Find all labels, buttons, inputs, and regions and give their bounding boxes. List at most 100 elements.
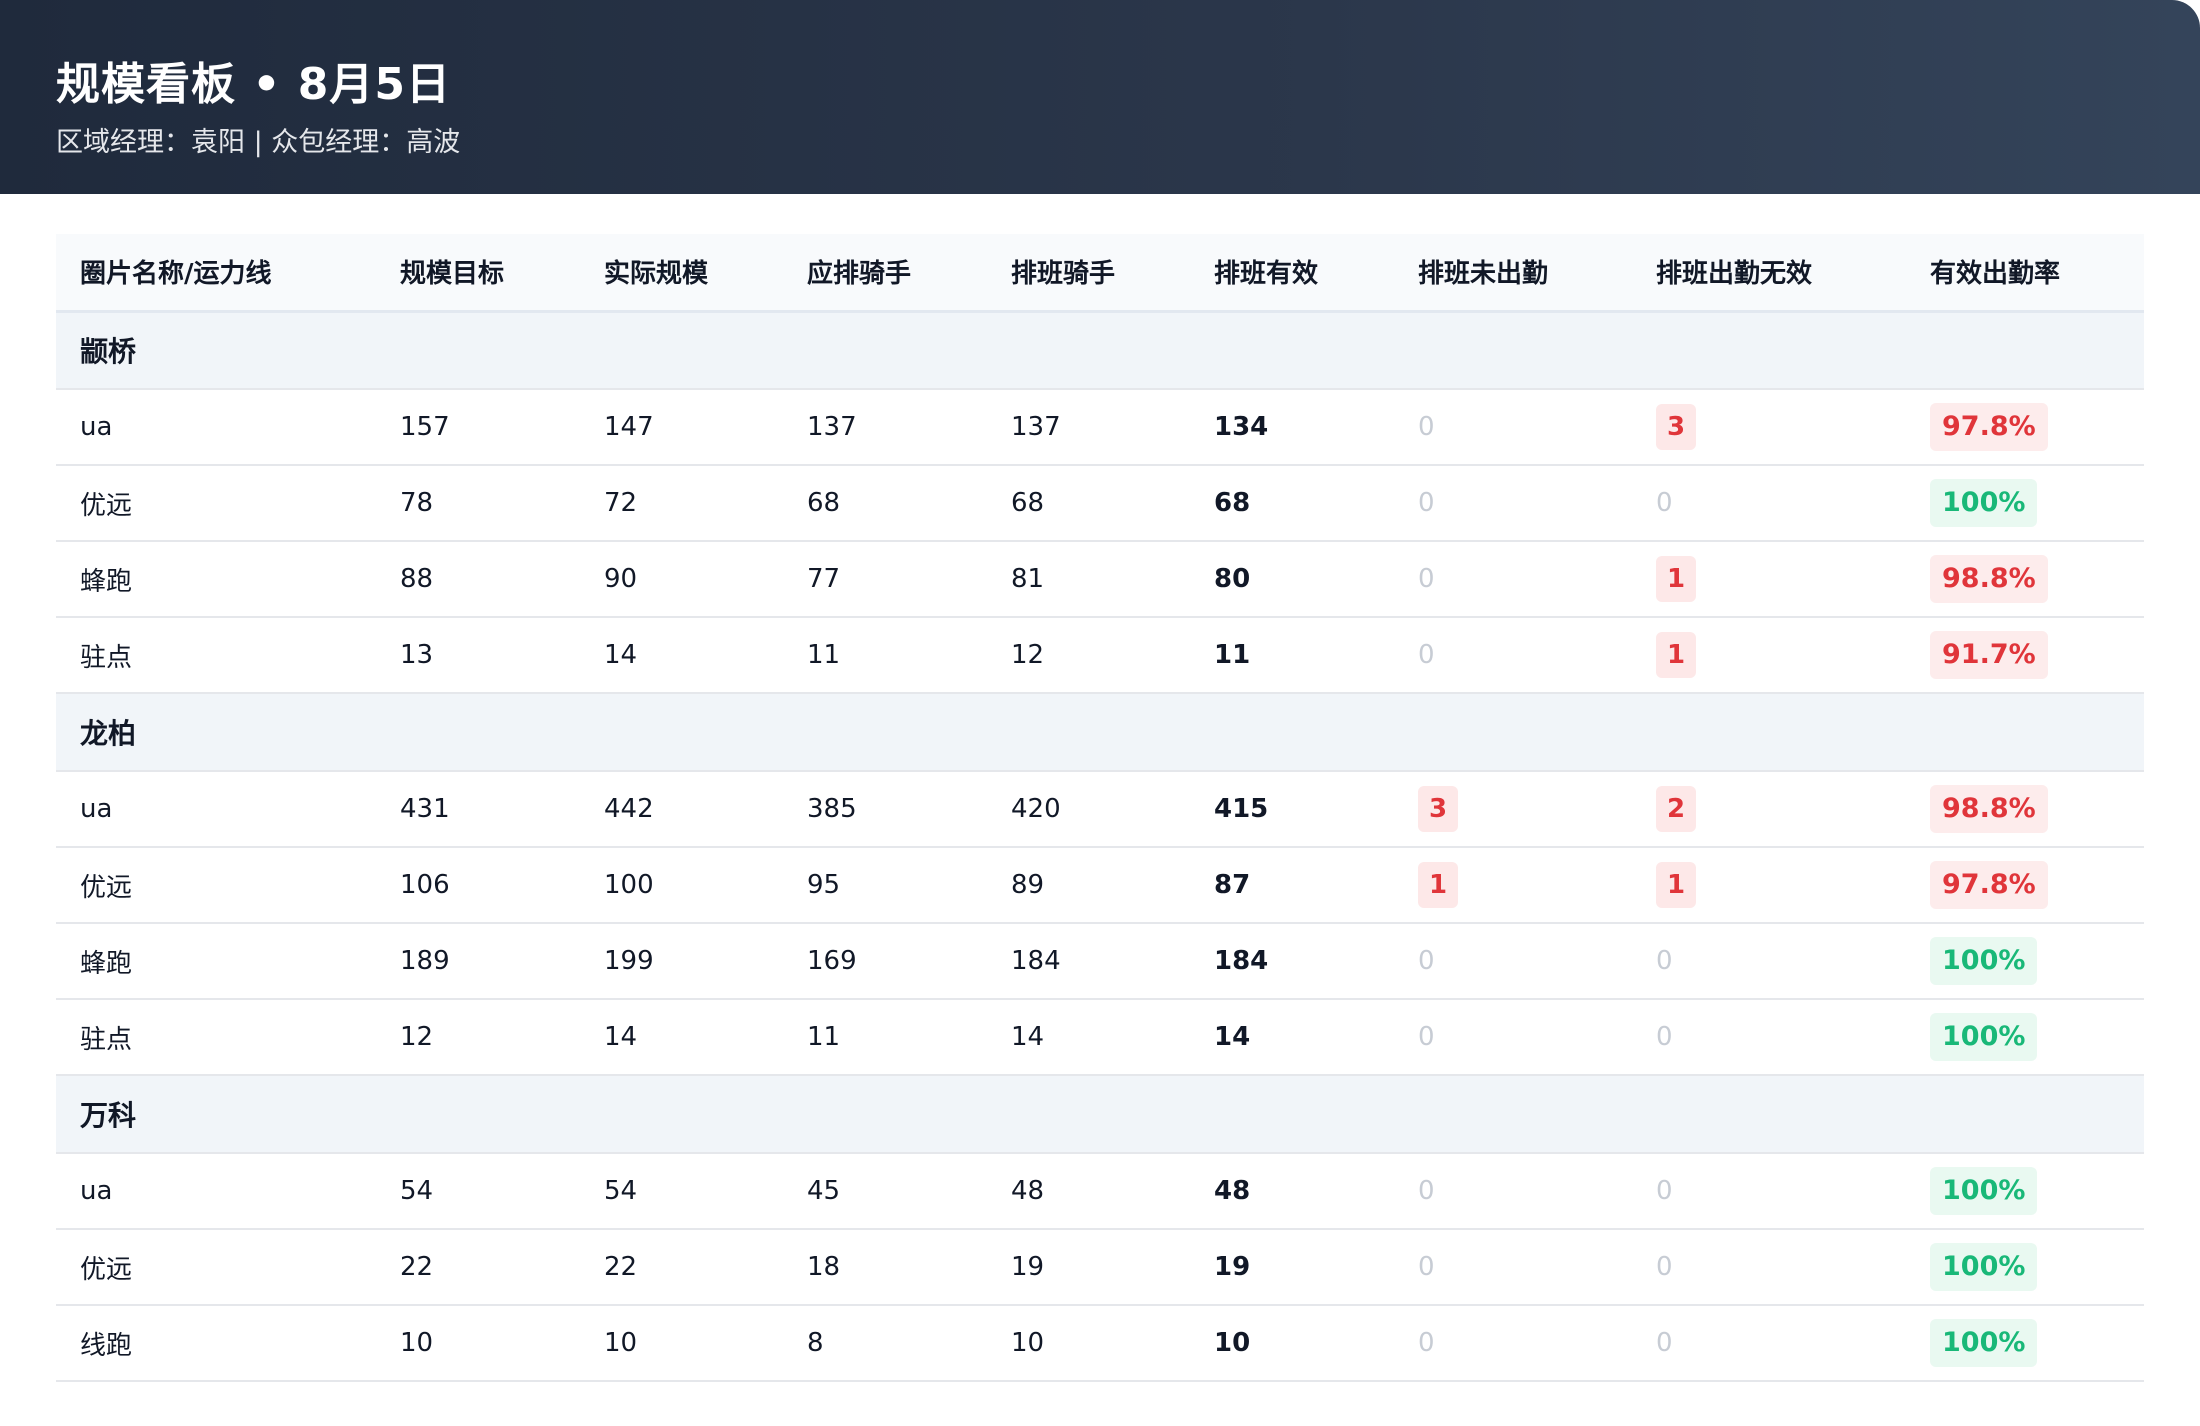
should-cell: 95 xyxy=(807,870,841,900)
page-subtitle: 区域经理：袁阳 | 众包经理：高波 xyxy=(56,127,461,158)
scheduled-cell: 420 xyxy=(1011,794,1061,824)
rate-cell: 100% xyxy=(1906,465,2144,541)
line-name-cell: ua xyxy=(80,794,113,824)
valid-cell: 14 xyxy=(1214,1022,1251,1052)
page-title: 规模看板 • 8月5日 xyxy=(56,59,451,110)
table-row: 优远 22 22 18 19 19 0 0 100% xyxy=(56,1229,2144,1305)
valid-cell: 80 xyxy=(1214,564,1251,594)
invalid-count-badge: 3 xyxy=(1656,404,1696,450)
attendance-rate-badge: 100% xyxy=(1930,1013,2038,1061)
column-header-scheduled: 排班骑手 xyxy=(1011,259,1116,290)
actual-cell: 90 xyxy=(604,564,638,594)
group-row: 万科 xyxy=(56,1075,2144,1153)
attendance-rate-badge: 100% xyxy=(1930,1167,2038,1215)
scheduled-cell: 19 xyxy=(1011,1252,1045,1282)
table-row: ua 54 54 45 48 48 0 0 100% xyxy=(56,1153,2144,1229)
invalid-cell: 0 xyxy=(1632,1229,1906,1305)
column-header-actual: 实际规模 xyxy=(604,259,709,290)
dashboard-header: 规模看板 • 8月5日 区域经理：袁阳 | 众包经理：高波 xyxy=(0,0,2200,194)
absent-cell: 0 xyxy=(1394,1305,1632,1381)
actual-cell: 147 xyxy=(604,412,654,442)
scale-table: 圈片名称/运力线 规模目标 实际规模 应排骑手 排班骑手 排班有效 排班未出勤 … xyxy=(56,234,2144,1382)
absent-cell: 0 xyxy=(1394,1153,1632,1229)
actual-cell: 54 xyxy=(604,1176,638,1206)
absent-count-zero: 0 xyxy=(1418,564,1435,594)
valid-cell: 415 xyxy=(1214,794,1269,824)
table-row: 线跑 10 10 8 10 10 0 0 100% xyxy=(56,1305,2144,1381)
scheduled-cell: 137 xyxy=(1011,412,1061,442)
target-cell: 78 xyxy=(400,488,434,518)
actual-cell: 10 xyxy=(604,1328,638,1358)
should-cell: 68 xyxy=(807,488,841,518)
target-cell: 12 xyxy=(400,1022,434,1052)
should-cell: 8 xyxy=(807,1328,824,1358)
scheduled-cell: 10 xyxy=(1011,1328,1045,1358)
column-header-target: 规模目标 xyxy=(400,259,505,290)
actual-cell: 100 xyxy=(604,870,654,900)
target-cell: 157 xyxy=(400,412,450,442)
absent-cell: 0 xyxy=(1394,999,1632,1075)
scheduled-cell: 48 xyxy=(1011,1176,1045,1206)
absent-count-zero: 0 xyxy=(1418,412,1435,442)
invalid-count-zero: 0 xyxy=(1656,1022,1673,1052)
should-cell: 385 xyxy=(807,794,857,824)
column-header-line: 圈片名称/运力线 xyxy=(80,259,272,290)
table-header-row: 圈片名称/运力线 规模目标 实际规模 应排骑手 排班骑手 排班有效 排班未出勤 … xyxy=(56,234,2144,311)
attendance-rate-badge: 98.8% xyxy=(1930,555,2048,603)
rate-cell: 100% xyxy=(1906,1305,2144,1381)
actual-cell: 199 xyxy=(604,946,654,976)
line-name-cell: 优远 xyxy=(80,872,133,903)
rate-cell: 98.8% xyxy=(1906,541,2144,617)
attendance-rate-badge: 97.8% xyxy=(1930,403,2048,451)
absent-cell: 0 xyxy=(1394,1229,1632,1305)
actual-cell: 14 xyxy=(604,1022,638,1052)
absent-cell: 0 xyxy=(1394,541,1632,617)
table-row: 驻点 13 14 11 12 11 0 1 91.7% xyxy=(56,617,2144,693)
should-cell: 169 xyxy=(807,946,857,976)
absent-cell: 0 xyxy=(1394,389,1632,465)
table-row: ua 157 147 137 137 134 0 3 97.8% xyxy=(56,389,2144,465)
valid-cell: 48 xyxy=(1214,1176,1251,1206)
invalid-count-badge: 1 xyxy=(1656,632,1696,678)
valid-cell: 68 xyxy=(1214,488,1251,518)
invalid-cell: 0 xyxy=(1632,999,1906,1075)
table-row: ua 431 442 385 420 415 3 2 98.8% xyxy=(56,771,2144,847)
absent-count-zero: 0 xyxy=(1418,946,1435,976)
attendance-rate-badge: 100% xyxy=(1930,479,2038,527)
actual-cell: 72 xyxy=(604,488,638,518)
actual-cell: 14 xyxy=(604,640,638,670)
target-cell: 10 xyxy=(400,1328,434,1358)
line-name-cell: 蜂跑 xyxy=(80,948,133,979)
actual-cell: 22 xyxy=(604,1252,638,1282)
absent-count-zero: 0 xyxy=(1418,1328,1435,1358)
rate-cell: 91.7% xyxy=(1906,617,2144,693)
absent-count-zero: 0 xyxy=(1418,488,1435,518)
table-body: 颛桥 ua 157 147 137 137 134 0 3 97.8% 优远 78 72 68 68 68 0 0… xyxy=(56,311,2144,1381)
invalid-count-zero: 0 xyxy=(1656,1252,1673,1282)
group-row: 龙柏 xyxy=(56,693,2144,771)
scheduled-cell: 81 xyxy=(1011,564,1045,594)
invalid-cell: 0 xyxy=(1632,1153,1906,1229)
target-cell: 88 xyxy=(400,564,434,594)
absent-count-zero: 0 xyxy=(1418,1252,1435,1282)
scheduled-cell: 14 xyxy=(1011,1022,1045,1052)
line-name-cell: ua xyxy=(80,1176,113,1206)
target-cell: 13 xyxy=(400,640,434,670)
valid-cell: 19 xyxy=(1214,1252,1251,1282)
target-cell: 106 xyxy=(400,870,450,900)
scheduled-cell: 89 xyxy=(1011,870,1045,900)
attendance-rate-badge: 97.8% xyxy=(1930,861,2048,909)
rate-cell: 100% xyxy=(1906,923,2144,999)
invalid-count-badge: 1 xyxy=(1656,556,1696,602)
should-cell: 11 xyxy=(807,1022,841,1052)
scheduled-cell: 184 xyxy=(1011,946,1061,976)
column-header-absent: 排班未出勤 xyxy=(1418,259,1549,290)
should-cell: 11 xyxy=(807,640,841,670)
line-name-cell: 驻点 xyxy=(80,642,133,673)
attendance-rate-badge: 98.8% xyxy=(1930,785,2048,833)
absent-cell: 0 xyxy=(1394,923,1632,999)
line-name-cell: 蜂跑 xyxy=(80,566,133,597)
invalid-count-badge: 1 xyxy=(1656,862,1696,908)
invalid-count-zero: 0 xyxy=(1656,946,1673,976)
invalid-cell: 2 xyxy=(1632,771,1906,847)
